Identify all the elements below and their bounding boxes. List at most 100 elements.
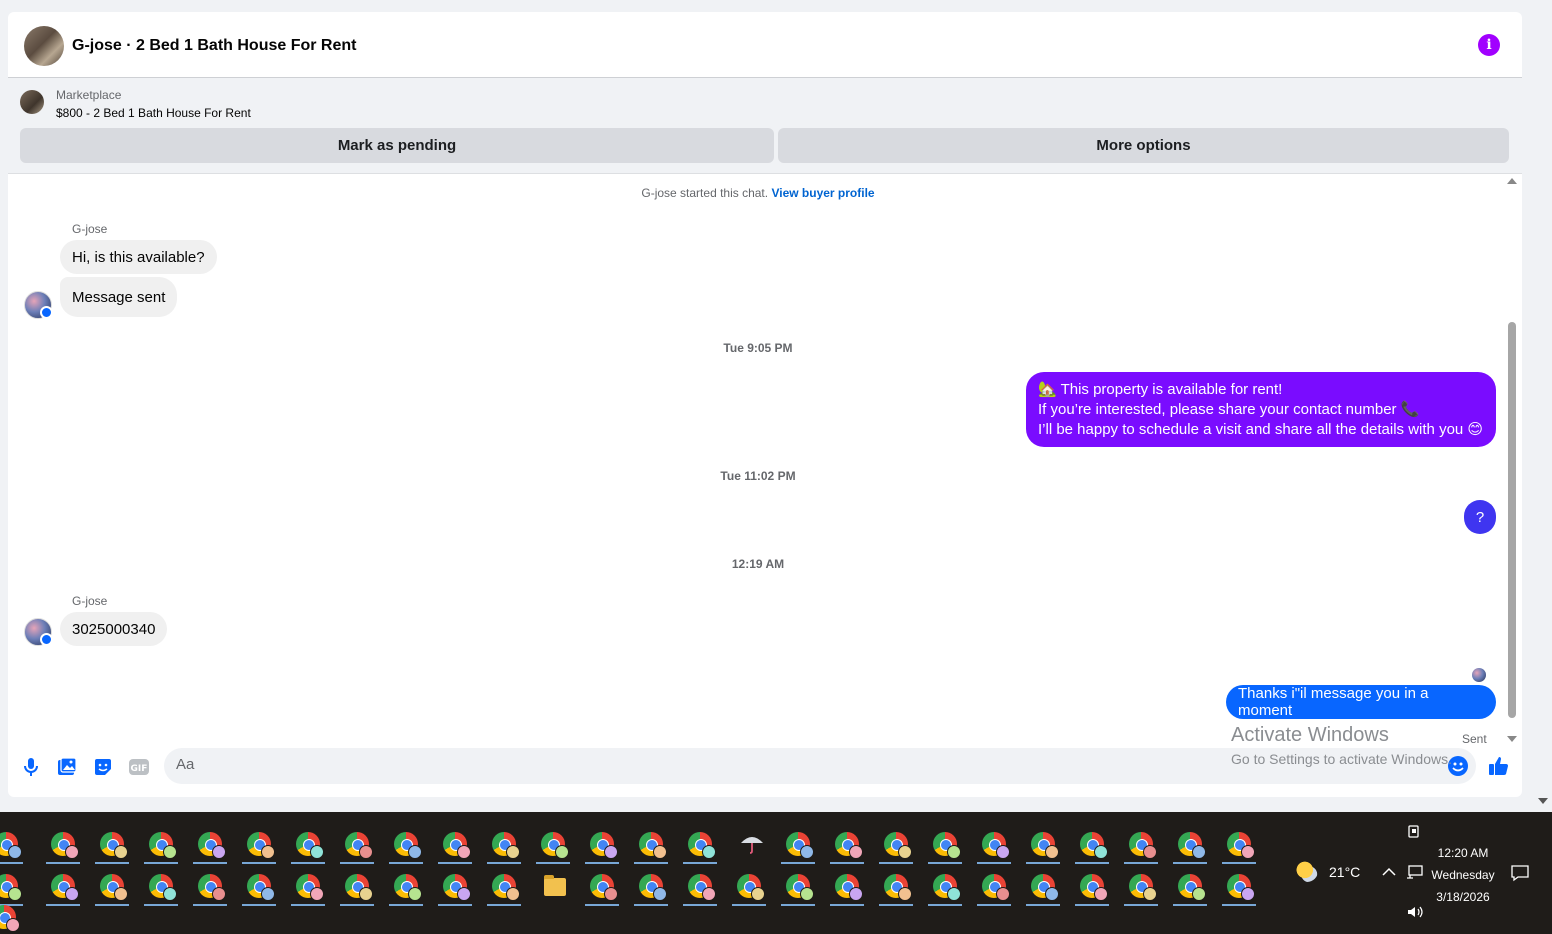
chrome-profile-icon[interactable]: [247, 832, 275, 859]
chrome-profile-icon[interactable]: [1031, 874, 1059, 901]
sticker-icon[interactable]: [92, 756, 114, 778]
info-icon[interactable]: i: [1478, 34, 1500, 56]
gif-icon[interactable]: GIF: [128, 756, 150, 778]
chrome-profile-icon[interactable]: [394, 874, 422, 901]
page-scroll-down-arrow[interactable]: [1538, 798, 1548, 804]
chrome-profile-icon[interactable]: [345, 874, 373, 901]
file-explorer-icon[interactable]: [544, 875, 566, 896]
chrome-profile-icon[interactable]: [786, 832, 814, 859]
running-app-indicator: [193, 862, 227, 864]
chrome-profile-icon[interactable]: [639, 832, 667, 859]
chrome-profile-icon[interactable]: [884, 832, 912, 859]
chrome-profile-icon[interactable]: [541, 832, 569, 859]
listing-avatar[interactable]: [24, 26, 64, 66]
clock-day: Wednesday: [1431, 868, 1495, 882]
running-app-indicator: [732, 904, 766, 906]
meet-now-icon[interactable]: [1406, 824, 1422, 843]
chrome-profile-icon[interactable]: [296, 874, 324, 901]
chrome-profile-icon[interactable]: [590, 832, 618, 859]
chrome-profile-icon[interactable]: [933, 874, 961, 901]
listing-price-title[interactable]: $800 - 2 Bed 1 Bath House For Rent: [56, 106, 251, 120]
chrome-profile-icon[interactable]: [51, 832, 79, 859]
incoming-message[interactable]: 3025000340: [60, 612, 168, 646]
chrome-profile-icon[interactable]: [0, 874, 22, 901]
running-app-indicator: [1075, 862, 1109, 864]
photo-icon[interactable]: [56, 756, 78, 778]
chrome-profile-icon[interactable]: [198, 832, 226, 859]
chrome-profile-icon[interactable]: [149, 874, 177, 901]
incoming-message[interactable]: Hi, is this available?: [60, 240, 217, 274]
thumbs-up-icon[interactable]: [1486, 753, 1512, 779]
chrome-profile-icon[interactable]: [1178, 832, 1206, 859]
chrome-profile-icon[interactable]: [443, 874, 471, 901]
chrome-profile-icon[interactable]: [198, 874, 226, 901]
running-app-indicator: [0, 862, 23, 864]
chrome-profile-icon[interactable]: [0, 905, 20, 932]
chrome-profile-icon[interactable]: [884, 874, 912, 901]
chrome-profile-icon[interactable]: [296, 832, 324, 859]
running-app-indicator: [95, 862, 129, 864]
chrome-profile-icon[interactable]: [1178, 874, 1206, 901]
outgoing-message[interactable]: 🏡 This property is available for rent! I…: [1026, 372, 1496, 447]
running-app-indicator: [781, 904, 815, 906]
chrome-profile-icon[interactable]: [1129, 874, 1157, 901]
chrome-profile-icon[interactable]: [786, 874, 814, 901]
chrome-profile-icon[interactable]: [492, 874, 520, 901]
scroll-down-arrow[interactable]: [1507, 736, 1517, 742]
chrome-profile-icon[interactable]: [100, 832, 128, 859]
volume-icon[interactable]: [1406, 904, 1424, 923]
outgoing-message[interactable]: Thanks i"il message you in a moment: [1226, 685, 1496, 719]
emoji-icon[interactable]: [1448, 756, 1468, 776]
clock-date: 3/18/2026: [1436, 890, 1490, 904]
weather-temperature[interactable]: 21°C: [1329, 864, 1360, 880]
view-buyer-profile-link[interactable]: View buyer profile: [771, 186, 874, 200]
chrome-profile-icon[interactable]: [982, 874, 1010, 901]
chrome-profile-icon[interactable]: [1080, 874, 1108, 901]
chrome-profile-icon[interactable]: [1080, 832, 1108, 859]
chrome-profile-icon[interactable]: [1031, 832, 1059, 859]
chrome-profile-icon[interactable]: [247, 874, 275, 901]
scroll-up-arrow[interactable]: [1507, 178, 1517, 184]
umbrella-app-icon[interactable]: [739, 832, 765, 854]
chrome-profile-icon[interactable]: [982, 832, 1010, 859]
outgoing-message[interactable]: ?: [1464, 500, 1496, 534]
chrome-profile-icon[interactable]: [492, 832, 520, 859]
chrome-profile-icon[interactable]: [1227, 832, 1255, 859]
chrome-profile-icon[interactable]: [345, 832, 373, 859]
chrome-profile-icon[interactable]: [688, 874, 716, 901]
incoming-message[interactable]: Message sent: [60, 277, 178, 317]
message-input-pill[interactable]: [164, 748, 1476, 784]
message-list[interactable]: G-jose started this chat. View buyer pro…: [8, 174, 1522, 746]
chrome-profile-icon[interactable]: [835, 832, 863, 859]
buyer-avatar[interactable]: [24, 291, 53, 319]
chrome-profile-icon[interactable]: [443, 832, 471, 859]
chrome-profile-icon[interactable]: [1129, 832, 1157, 859]
buyer-avatar[interactable]: [24, 618, 53, 646]
chrome-profile-icon[interactable]: [0, 832, 22, 859]
chrome-profile-icon[interactable]: [737, 874, 765, 901]
chrome-profile-icon[interactable]: [394, 832, 422, 859]
chrome-profile-icon[interactable]: [835, 874, 863, 901]
network-icon[interactable]: [1406, 864, 1424, 883]
notification-icon[interactable]: [1510, 864, 1530, 885]
listing-thumbnail[interactable]: [20, 90, 44, 114]
running-app-indicator: [291, 862, 325, 864]
taskbar-clock[interactable]: 12:20 AM Wednesday 3/18/2026: [1428, 842, 1498, 908]
chrome-profile-icon[interactable]: [100, 874, 128, 901]
mark-as-pending-button[interactable]: Mark as pending: [20, 128, 774, 163]
chrome-profile-icon[interactable]: [933, 832, 961, 859]
chat-title[interactable]: G-jose · 2 Bed 1 Bath House For Rent: [72, 37, 356, 55]
chrome-profile-icon[interactable]: [639, 874, 667, 901]
chrome-profile-icon[interactable]: [149, 832, 177, 859]
chrome-profile-icon[interactable]: [51, 874, 79, 901]
message-scrollbar[interactable]: [1506, 174, 1518, 744]
message-input[interactable]: [176, 756, 1436, 773]
chrome-profile-icon[interactable]: [590, 874, 618, 901]
scroll-thumb[interactable]: [1508, 322, 1516, 718]
chrome-profile-icon[interactable]: [1227, 874, 1255, 901]
chrome-profile-icon[interactable]: [688, 832, 716, 859]
chevron-up-icon[interactable]: [1382, 864, 1396, 880]
microphone-icon[interactable]: [20, 756, 42, 778]
more-options-button[interactable]: More options: [778, 128, 1509, 163]
weather-icon[interactable]: [1296, 860, 1318, 882]
